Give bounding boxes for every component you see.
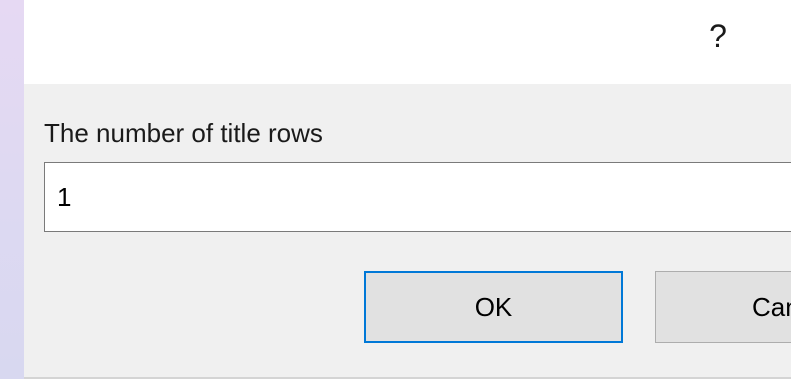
screen: ? The number of title rows OK Can [0, 0, 791, 379]
input-dialog: ? The number of title rows OK Can [24, 0, 791, 379]
cancel-button[interactable]: Can [655, 271, 791, 343]
title-rows-input[interactable] [44, 162, 791, 232]
help-button[interactable]: ? [696, 14, 740, 58]
help-icon: ? [709, 17, 727, 54]
dialog-titlebar: ? [24, 0, 791, 84]
ok-button[interactable]: OK [364, 271, 623, 343]
prompt-label: The number of title rows [44, 118, 323, 148]
desktop-background [0, 0, 24, 379]
